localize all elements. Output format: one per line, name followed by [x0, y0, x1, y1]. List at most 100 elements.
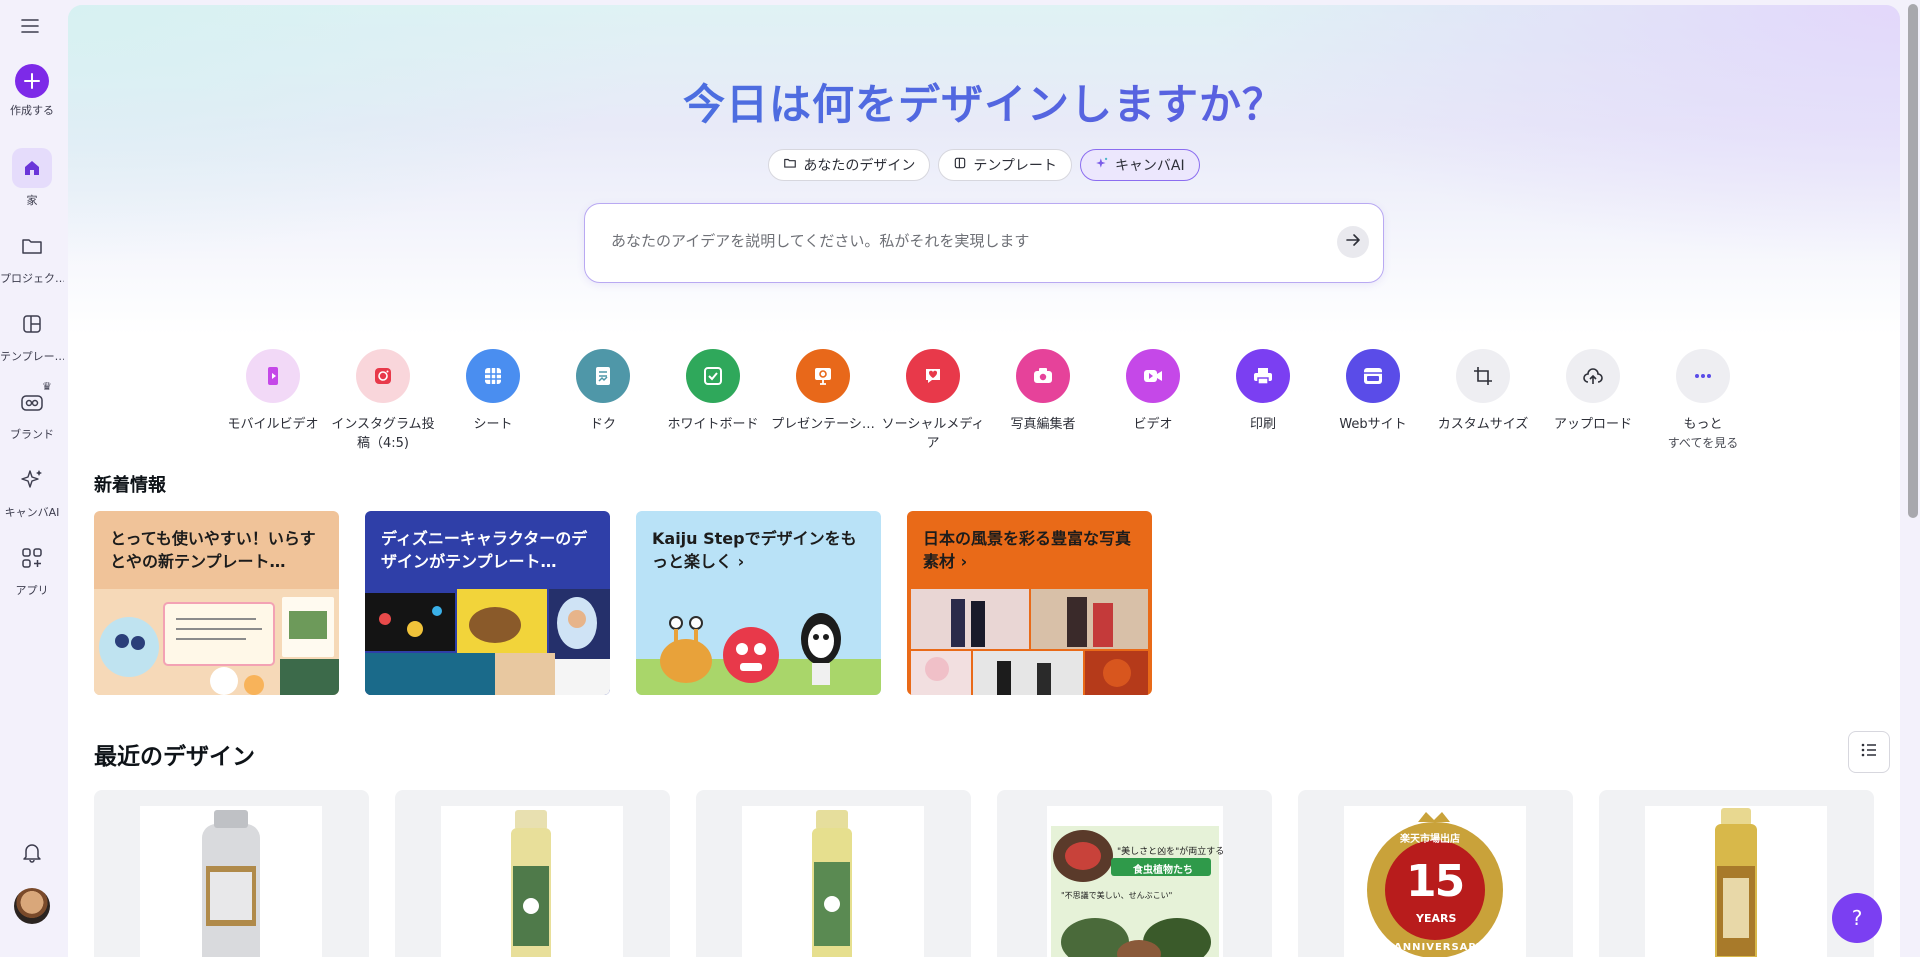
shortcut-more[interactable]: もっと すべてを見る	[1648, 349, 1758, 453]
tab-label: テンプレート	[973, 158, 1057, 174]
news-card-title: とっても使いやすい！いらすとやの新テンプレート…	[110, 529, 316, 571]
design-card[interactable]	[395, 790, 670, 957]
upload-icon	[1566, 349, 1620, 403]
news-card[interactable]: とっても使いやすい！いらすとやの新テンプレート…	[94, 511, 339, 695]
bell-icon	[12, 832, 52, 872]
poster-title: 食虫植物たち	[1133, 865, 1193, 876]
prompt-input[interactable]	[611, 232, 1311, 250]
recent-designs-title: 最近のデザイン	[94, 744, 255, 770]
sidebar-item-label: キャンバAI	[4, 506, 60, 519]
design-card[interactable]	[1599, 790, 1874, 957]
shortcut-label: 印刷	[1249, 417, 1276, 432]
shortcut-label: プレゼンテーシ…	[771, 417, 875, 432]
help-button[interactable]: ?	[1832, 893, 1882, 943]
menu-icon[interactable]	[18, 14, 42, 38]
sidebar-item-label: 家	[26, 194, 38, 207]
sidebar-item-apps[interactable]: アプリ	[0, 538, 64, 598]
badge-number: 15	[1406, 856, 1465, 907]
crown-icon: ♛	[42, 380, 52, 393]
shortcut-mobile-video[interactable]: モバイルビデオ	[218, 349, 328, 453]
shortcut-presentation[interactable]: プレゼンテーシ…	[768, 349, 878, 453]
home-icon	[12, 148, 52, 188]
shortcut-label: ドク	[589, 417, 616, 432]
news-card[interactable]: ディズニーキャラクターのデザインがテンプレート…	[365, 511, 610, 695]
folder-icon	[12, 226, 52, 266]
news-card-image	[636, 589, 881, 695]
sidebar-item-label: 作成する	[10, 104, 54, 117]
shortcut-label: もっと	[1683, 417, 1723, 432]
shortcut-whiteboard[interactable]: ホワイトボード	[658, 349, 768, 453]
shortcut-print[interactable]: 印刷	[1208, 349, 1318, 453]
page-title: 今日は何をデザインしますか？	[68, 71, 1900, 132]
design-card[interactable]	[94, 790, 369, 957]
doc-icon	[576, 349, 630, 403]
news-card[interactable]: 日本の風景を彩る豊富な写真素材 ›	[907, 511, 1152, 695]
tab-templates[interactable]: テンプレート	[938, 149, 1072, 181]
shortcut-label: ビデオ	[1133, 417, 1173, 432]
shortcut-label: シート	[473, 417, 513, 432]
sidebar-item-home[interactable]: 家	[0, 148, 64, 208]
shortcut-upload[interactable]: アップロード	[1538, 349, 1648, 453]
shortcut-label: ホワイトボード	[667, 417, 759, 432]
shortcut-doc[interactable]: ドク	[548, 349, 658, 453]
news-card-title: Kaiju Stepでデザインをもっと楽しく ›	[652, 529, 857, 571]
news-card-image	[907, 589, 1152, 695]
recent-designs-grid: "美しさと凶を"が両立する 食虫植物たち "不思議で美しい、せんぶこい" 楽天市…	[94, 790, 1874, 957]
plus-icon	[15, 64, 49, 98]
sidebar-item-label: アプリ	[15, 584, 49, 597]
whats-new-title: 新着情報	[94, 475, 166, 496]
shortcut-label: カスタムサイズ	[1437, 417, 1529, 432]
sidebar: 作成する 家 プロジェク… テンプレー… ブランド ♛ キャンバAI アプリ	[0, 0, 64, 957]
video-icon	[1126, 349, 1180, 403]
tab-label: あなたのデザイン	[803, 158, 916, 174]
design-thumbnail	[1645, 806, 1827, 957]
badge-bottom-text: ANNIVERSARY	[1394, 942, 1485, 953]
shortcut-sheet[interactable]: シート	[438, 349, 548, 453]
notifications-button[interactable]	[0, 832, 64, 872]
website-icon	[1346, 349, 1400, 403]
design-card[interactable]	[696, 790, 971, 957]
design-card[interactable]: 楽天市場出店 15 YEARS ANNIVERSARY	[1298, 790, 1573, 957]
sidebar-item-label: プロジェク…	[0, 272, 64, 285]
sidebar-item-label: テンプレー…	[0, 350, 64, 363]
scrollbar[interactable]	[1908, 4, 1918, 518]
design-thumbnail	[742, 806, 924, 957]
shortcut-website[interactable]: Webサイト	[1318, 349, 1428, 453]
user-avatar[interactable]	[0, 888, 64, 924]
tab-your-designs[interactable]: あなたのデザイン	[768, 149, 931, 181]
sidebar-item-create[interactable]: 作成する	[0, 64, 64, 118]
shortcut-label: 写真編集者	[1010, 417, 1076, 432]
shortcut-custom-size[interactable]: カスタムサイズ	[1428, 349, 1538, 453]
shortcut-instagram-post[interactable]: インスタグラム投稿（4:5)	[328, 349, 438, 453]
ai-prompt-box	[584, 203, 1384, 283]
apps-icon	[12, 538, 52, 578]
shortcut-photo-editor[interactable]: 写真編集者	[988, 349, 1098, 453]
badge-unit: YEARS	[1416, 912, 1457, 925]
submit-button[interactable]	[1337, 226, 1369, 258]
more-icon	[1676, 349, 1730, 403]
sparkle-icon	[12, 460, 52, 500]
avatar	[14, 888, 50, 924]
shortcut-label: Webサイト	[1339, 417, 1407, 432]
poster-caption: "不思議で美しい、せんぶこい"	[1061, 891, 1173, 900]
list-view-button[interactable]	[1848, 731, 1890, 773]
design-card[interactable]: "美しさと凶を"が両立する 食虫植物たち "不思議で美しい、せんぶこい"	[997, 790, 1272, 957]
poster-headline: "美しさと凶を"が両立する	[1117, 847, 1223, 857]
design-thumbnail: "美しさと凶を"が両立する 食虫植物たち "不思議で美しい、せんぶこい"	[1047, 806, 1223, 957]
design-thumbnail	[140, 806, 322, 957]
badge-top-text: 楽天市場出店	[1400, 834, 1460, 845]
news-card[interactable]: Kaiju Stepでデザインをもっと楽しく ›	[636, 511, 881, 695]
shortcut-label: ソーシャルメディア	[881, 417, 985, 451]
sidebar-item-brand[interactable]: ブランド	[0, 382, 64, 442]
search-mode-tabs: あなたのデザイン テンプレート キャンバAI	[68, 149, 1900, 181]
sidebar-item-templates[interactable]: テンプレー…	[0, 304, 64, 364]
shortcut-video[interactable]: ビデオ	[1098, 349, 1208, 453]
tab-canva-ai[interactable]: キャンバAI	[1079, 149, 1200, 181]
tab-label: キャンバAI	[1114, 158, 1185, 174]
news-card-title: 日本の風景を彩る豊富な写真素材 ›	[923, 529, 1132, 571]
sidebar-item-canva-ai[interactable]: キャンバAI	[0, 460, 64, 520]
arrow-right-icon	[1345, 232, 1361, 252]
shortcut-social-media[interactable]: ソーシャルメディア	[878, 349, 988, 453]
template-icon	[12, 304, 52, 344]
sidebar-item-projects[interactable]: プロジェク…	[0, 226, 64, 286]
